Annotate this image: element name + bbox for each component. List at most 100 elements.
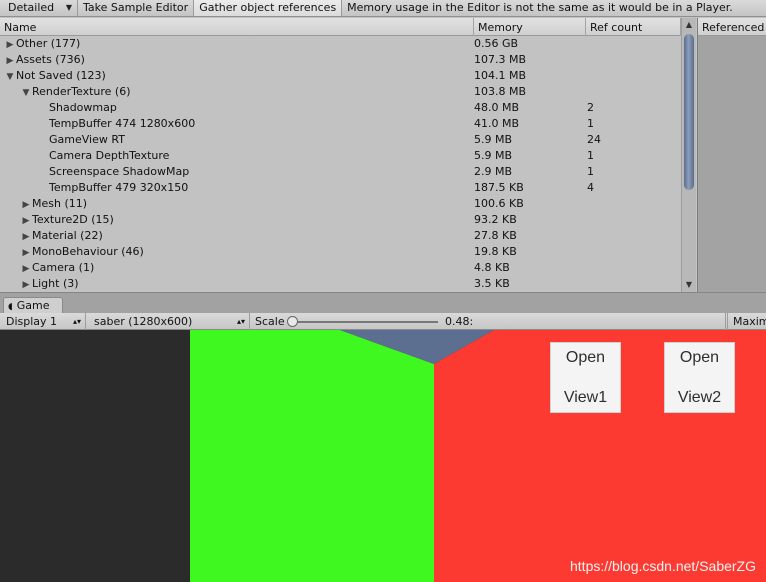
triangle-right-icon[interactable]: ▶ [20,197,32,213]
table-row[interactable]: Shadowmap 48.0 MB 2 [0,100,680,116]
row-ref-count: 1 [587,149,594,162]
open-view2-button[interactable]: Open View2 [664,342,735,413]
gather-references-toggle[interactable]: Gather object references [194,0,343,16]
table-row[interactable]: ▼ Not Saved (123) 104.1 MB [0,68,680,84]
row-ref-count: 1 [587,165,594,178]
row-ref-count: 24 [587,133,601,146]
row-name: Material (22) [32,229,103,242]
scrollbar-thumb[interactable] [684,34,694,190]
table-row[interactable]: ▶ Material (22) 27.8 KB [0,228,680,244]
memory-table: Name Memory Ref count ▶ Other (177) 0.56 … [0,18,696,292]
row-memory: 93.2 KB [474,213,517,226]
table-header: Name Memory Ref count [0,18,696,36]
table-row[interactable]: TempBuffer 474 1280x600 41.0 MB 1 [0,116,680,132]
row-name: GameView RT [49,133,125,146]
row-memory: 3.5 KB [474,277,510,290]
triangle-right-icon[interactable]: ▶ [4,37,16,53]
take-sample-button[interactable]: Take Sample Editor [78,0,195,16]
row-memory: 100.6 KB [474,197,524,210]
row-ref-count: 1 [587,117,594,130]
resolution-label: saber (1280x600) [94,315,193,328]
watermark-text: https://blog.csdn.net/SaberZG [570,558,756,574]
row-memory: 48.0 MB [474,101,520,114]
triangle-down-icon[interactable]: ▼ [20,85,32,101]
row-memory: 104.1 MB [474,69,527,82]
scale-value: 0.48: [445,315,474,328]
row-memory: 19.8 KB [474,245,517,258]
row-name: Screenspace ShadowMap [49,165,190,178]
row-name: Texture2D (15) [32,213,114,226]
row-memory: 107.3 MB [474,53,527,66]
row-ref-count: 2 [587,101,594,114]
scroll-up-arrow-icon[interactable]: ▲ [682,18,696,32]
table-row[interactable]: ▼ RenderTexture (6) 103.8 MB [0,84,680,100]
triangle-right-icon[interactable]: ▶ [20,213,32,229]
open-view1-line1: Open [565,348,606,366]
column-header-ref-count[interactable]: Ref count [586,18,681,36]
row-memory: 2.9 MB [474,165,513,178]
row-memory: 5.9 MB [474,133,513,146]
scale-slider-knob[interactable] [287,316,298,327]
table-row[interactable]: ▶ Assets (736) 107.3 MB [0,52,680,68]
table-row[interactable]: ▶ MonoBehaviour (46) 19.8 KB [0,244,680,260]
table-row[interactable]: Camera DepthTexture 5.9 MB 1 [0,148,680,164]
row-memory: 0.56 GB [474,37,519,50]
table-row[interactable]: ▶ Camera (1) 4.8 KB [0,260,680,276]
open-view1-line2: View1 [563,388,608,406]
row-name: TempBuffer 479 320x150 [49,181,189,194]
row-name: Camera (1) [32,261,95,274]
triangle-right-icon[interactable]: ▶ [20,229,32,245]
row-memory: 4.8 KB [474,261,510,274]
table-row[interactable]: TempBuffer 479 320x150 187.5 KB 4 [0,180,680,196]
table-row[interactable]: ▶ Texture2D (15) 93.2 KB [0,212,680,228]
table-rows: ▶ Other (177) 0.56 GB ▶ Assets (736) 107.3… [0,36,680,292]
row-memory: 41.0 MB [474,117,520,130]
tab-game[interactable]: ◖ Game [3,297,63,314]
game-toolbar: Display 1 ▴▾ saber (1280x600) ▴▾ Scale 0… [0,313,766,330]
row-memory: 5.9 MB [474,149,513,162]
resolution-dropdown[interactable]: saber (1280x600) ▴▾ [88,313,250,330]
row-name: Light (3) [32,277,79,290]
triangle-right-icon[interactable]: ▶ [20,261,32,277]
scene-render [0,330,766,582]
row-name: RenderTexture (6) [32,85,131,98]
table-scrollbar[interactable]: ▲ ▼ [681,18,696,292]
maximize-on-play-toggle[interactable]: Maxim [727,313,766,330]
table-row[interactable]: ▶ Light (3) 3.5 KB [0,276,680,292]
column-header-memory[interactable]: Memory [474,18,586,36]
dropdown-arrow-icon: ▴▾ [72,317,81,326]
scale-label: Scale [255,315,285,328]
column-header-name[interactable]: Name [0,18,474,36]
row-name: Mesh (11) [32,197,88,210]
row-ref-count: 4 [587,181,594,194]
game-view[interactable]: Open View1 Open View2 https://blog.csdn.ne… [0,330,766,582]
triangle-right-icon[interactable]: ▶ [4,53,16,69]
dark-wall [0,330,190,582]
triangle-right-icon[interactable]: ▶ [20,245,32,261]
row-memory: 187.5 KB [474,181,524,194]
row-memory: 27.8 KB [474,229,517,242]
row-name: Camera DepthTexture [49,149,170,162]
row-memory: 103.8 MB [474,85,527,98]
view-mode-label: Detailed [8,1,55,14]
row-name: MonoBehaviour (46) [32,245,144,258]
scale-slider-track[interactable] [292,321,438,323]
dropdown-arrow-icon: ▼ [65,3,72,12]
memory-profiler-toolbar: Detailed ▼ Take Sample Editor Gather obj… [0,0,766,17]
view-mode-dropdown[interactable]: Detailed ▼ [0,0,78,16]
open-view1-button[interactable]: Open View1 [550,342,621,413]
display-dropdown[interactable]: Display 1 ▴▾ [0,313,86,330]
row-name: Assets (736) [16,53,85,66]
table-row[interactable]: GameView RT 5.9 MB 24 [0,132,680,148]
tab-game-label: Game [16,299,50,312]
triangle-right-icon[interactable]: ▶ [20,277,32,292]
game-tab-bar: ◖ Game [0,292,766,314]
editor-memory-notice: Memory usage in the Editor is not the sa… [342,0,766,16]
table-row[interactable]: ▶ Other (177) 0.56 GB [0,36,680,52]
table-row[interactable]: ▶ Mesh (11) 100.6 KB [0,196,680,212]
referenced-header: Referenced [698,18,766,36]
scroll-down-arrow-icon[interactable]: ▼ [682,278,696,292]
referenced-by-panel: Referenced [697,18,766,292]
triangle-down-icon[interactable]: ▼ [4,69,16,85]
table-row[interactable]: Screenspace ShadowMap 2.9 MB 1 [0,164,680,180]
